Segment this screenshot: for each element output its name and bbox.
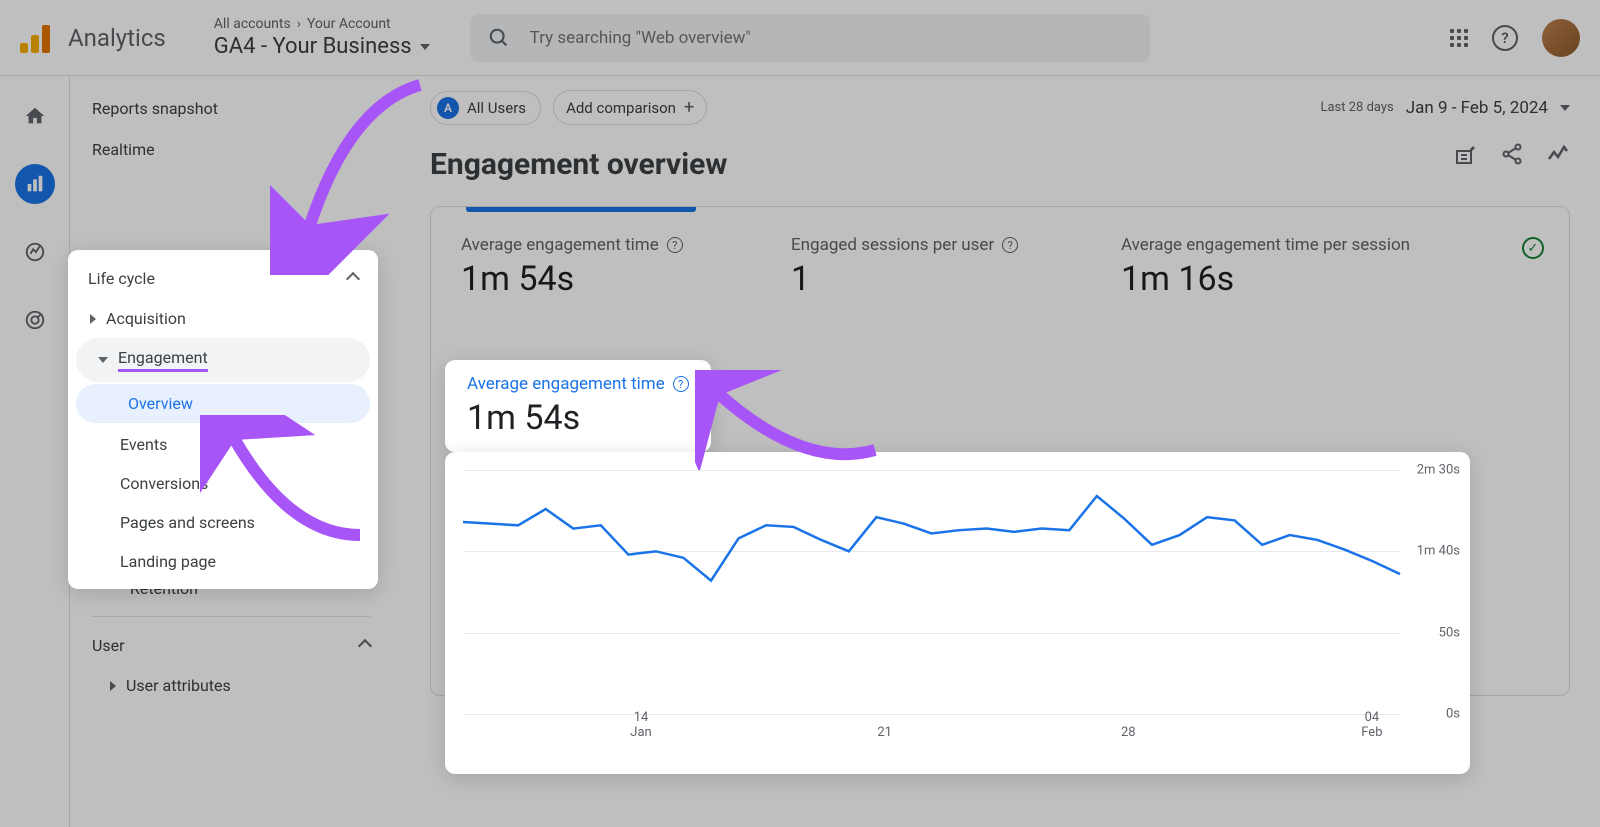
logo[interactable]: Analytics	[20, 23, 166, 53]
insights-icon[interactable]	[1546, 142, 1570, 166]
chevron-right-icon: ›	[297, 16, 301, 32]
nav-events[interactable]: Events	[68, 425, 378, 464]
search-bar[interactable]	[470, 14, 1150, 62]
caret-right-icon	[110, 681, 116, 691]
date-picker[interactable]: Last 28 days Jan 9 - Feb 5, 2024	[1320, 98, 1570, 118]
logo-text: Analytics	[68, 24, 166, 52]
metric-value: 1m 16s	[1121, 259, 1410, 299]
metric-avg-engagement-time[interactable]: Average engagement time? 1m 54s	[461, 235, 721, 299]
icon-rail	[0, 76, 70, 827]
caret-down-icon	[420, 44, 430, 50]
apps-icon[interactable]	[1450, 29, 1468, 47]
help-icon[interactable]: ?	[1492, 25, 1518, 51]
metric-highlight: Average engagement time? 1m 54s	[445, 360, 711, 452]
add-comparison-button[interactable]: Add comparison +	[553, 90, 707, 125]
plus-icon: +	[684, 97, 694, 118]
rail-home[interactable]	[15, 96, 55, 136]
page-title: Engagement overview	[430, 147, 727, 182]
nav-user-section[interactable]: User	[78, 625, 384, 666]
nav-overview[interactable]: Overview	[76, 384, 370, 423]
chevron-up-icon	[358, 638, 372, 652]
avatar[interactable]	[1542, 19, 1580, 57]
search-icon	[488, 27, 510, 49]
app-header: Analytics All accounts › Your Account GA…	[0, 0, 1600, 76]
nav-life-cycle[interactable]: Life cycle	[68, 258, 378, 299]
nav-highlight-panel: Life cycle Acquisition Engagement Overvi…	[68, 250, 378, 589]
metric-value: 1m 54s	[467, 398, 689, 438]
metric-avg-per-session[interactable]: Average engagement time per session 1m 1…	[1121, 235, 1410, 299]
caret-right-icon	[90, 314, 96, 324]
breadcrumb: All accounts › Your Account	[214, 16, 430, 32]
caret-down-icon	[1560, 105, 1570, 111]
chevron-up-icon	[346, 271, 360, 285]
nav-user-attributes[interactable]: User attributes	[78, 666, 384, 705]
segment-all-users[interactable]: A All Users	[430, 91, 541, 125]
tab-indicator	[466, 207, 696, 212]
metric-engaged-sessions[interactable]: Engaged sessions per user? 1	[791, 235, 1051, 299]
info-icon[interactable]: ?	[667, 237, 683, 253]
breadcrumb-accounts: All accounts	[214, 16, 291, 32]
line-chart: 0s50s1m 40s2m 30s14Jan212804Feb	[463, 470, 1460, 744]
nav-landing-page[interactable]: Landing page	[68, 542, 378, 581]
search-input[interactable]	[530, 28, 1132, 48]
add-comparison-label: Add comparison	[566, 99, 676, 117]
rail-reports[interactable]	[15, 164, 55, 204]
segment-label: All Users	[467, 99, 526, 117]
caret-down-icon	[98, 357, 108, 363]
breadcrumb-account: Your Account	[307, 16, 391, 32]
info-icon[interactable]: ?	[673, 376, 689, 392]
nav-engagement[interactable]: Engagement	[76, 338, 370, 382]
divider	[92, 616, 370, 617]
property-name: GA4 - Your Business	[214, 34, 412, 59]
share-icon[interactable]	[1500, 142, 1524, 166]
chart-highlight: 0s50s1m 40s2m 30s14Jan212804Feb	[445, 452, 1470, 774]
customize-icon[interactable]	[1454, 142, 1478, 166]
account-selector[interactable]: All accounts › Your Account GA4 - Your B…	[214, 16, 430, 59]
nav-acquisition[interactable]: Acquisition	[68, 299, 378, 338]
rail-advertising[interactable]	[15, 300, 55, 340]
nav-conversions[interactable]: Conversions	[68, 464, 378, 503]
analytics-logo-icon	[20, 23, 50, 53]
metric-value: 1	[791, 259, 1051, 299]
date-range-text: Jan 9 - Feb 5, 2024	[1406, 98, 1548, 118]
nav-pages-screens[interactable]: Pages and screens	[68, 503, 378, 542]
nav-reports-snapshot[interactable]: Reports snapshot	[78, 88, 384, 129]
info-icon[interactable]: ?	[1002, 237, 1018, 253]
nav-realtime[interactable]: Realtime	[78, 129, 384, 170]
metric-value: 1m 54s	[461, 259, 721, 299]
rail-explore[interactable]	[15, 232, 55, 272]
segment-badge-icon: A	[437, 97, 459, 119]
check-icon: ✓	[1522, 237, 1544, 259]
metric-label: Average engagement time	[467, 374, 665, 394]
date-preset-label: Last 28 days	[1320, 100, 1393, 115]
